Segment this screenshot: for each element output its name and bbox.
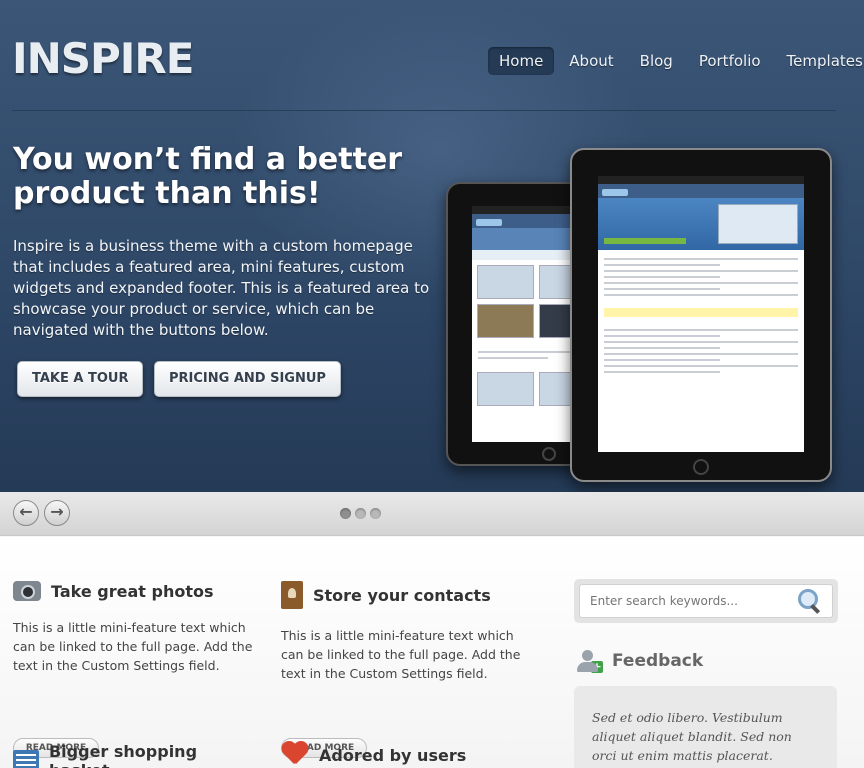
mini-feature-title: Store your contacts	[281, 581, 531, 609]
feedback-widget-title: + Feedback	[576, 648, 703, 674]
nav-item-blog[interactable]: Blog	[629, 47, 684, 75]
heart-icon	[281, 742, 309, 768]
tablet-home-button	[693, 459, 709, 475]
mini-feature-text: This is a little mini-feature text which…	[13, 620, 253, 673]
nav-item-portfolio[interactable]: Portfolio	[688, 47, 772, 75]
add-user-icon: +	[576, 648, 603, 674]
mini-feature-title-text[interactable]: Bigger shopping basket	[49, 742, 263, 768]
slider-dot[interactable]	[340, 508, 351, 519]
featured-title: You won’t find a better product than thi…	[13, 142, 403, 211]
shopping-basket-icon	[13, 750, 39, 768]
featured-area: INSPIRE Home About Blog Portfolio Templa…	[0, 0, 864, 492]
feedback-quote: Sed et odio libero. Vestibulum aliquet a…	[574, 686, 837, 768]
mini-feature-title-text[interactable]: Adored by users	[319, 746, 466, 765]
mini-feature-title-text[interactable]: Take great photos	[51, 582, 214, 601]
search-icon[interactable]	[796, 587, 822, 613]
tablet-screen	[598, 176, 804, 452]
nav-item-templates[interactable]: Templates	[776, 47, 864, 75]
mini-feature-title: Take great photos	[13, 581, 263, 601]
feedback-title-text: Feedback	[612, 651, 704, 671]
mini-feature: Adored by users	[281, 742, 531, 768]
mini-feature-text: This is a little mini-feature text which…	[281, 628, 521, 681]
search-widget	[574, 579, 838, 623]
tablet-home-button	[542, 447, 556, 461]
contacts-book-icon	[281, 581, 303, 609]
slider-prev-arrow-icon[interactable]: ←	[13, 500, 39, 526]
tablet-image-front	[570, 148, 832, 482]
mini-feature-title-text[interactable]: Store your contacts	[313, 586, 491, 605]
slider-dot[interactable]	[355, 508, 366, 519]
mini-feature: Take great photos This is a little mini-…	[13, 581, 263, 758]
header-divider	[12, 110, 836, 111]
slider-controls: ← →	[0, 492, 864, 536]
nav-item-home[interactable]: Home	[488, 47, 555, 75]
mini-feature: Bigger shopping basket	[13, 742, 263, 768]
main-nav: Home About Blog Portfolio Templates	[488, 47, 864, 75]
slider-dot[interactable]	[370, 508, 381, 519]
mini-feature-title: Bigger shopping basket	[13, 742, 263, 768]
site-logo[interactable]: INSPIRE	[12, 34, 194, 83]
mini-feature-title: Adored by users	[281, 742, 531, 768]
featured-text: Inspire is a business theme with a custo…	[13, 237, 430, 339]
mini-feature: Store your contacts This is a little min…	[281, 581, 531, 758]
slider-next-arrow-icon[interactable]: →	[44, 500, 70, 526]
nav-item-about[interactable]: About	[558, 47, 624, 75]
take-a-tour-button[interactable]: TAKE A TOUR	[17, 361, 144, 397]
camera-icon	[13, 581, 41, 601]
pricing-and-signup-button[interactable]: PRICING AND SIGNUP	[154, 361, 341, 397]
search-input[interactable]	[579, 584, 833, 618]
